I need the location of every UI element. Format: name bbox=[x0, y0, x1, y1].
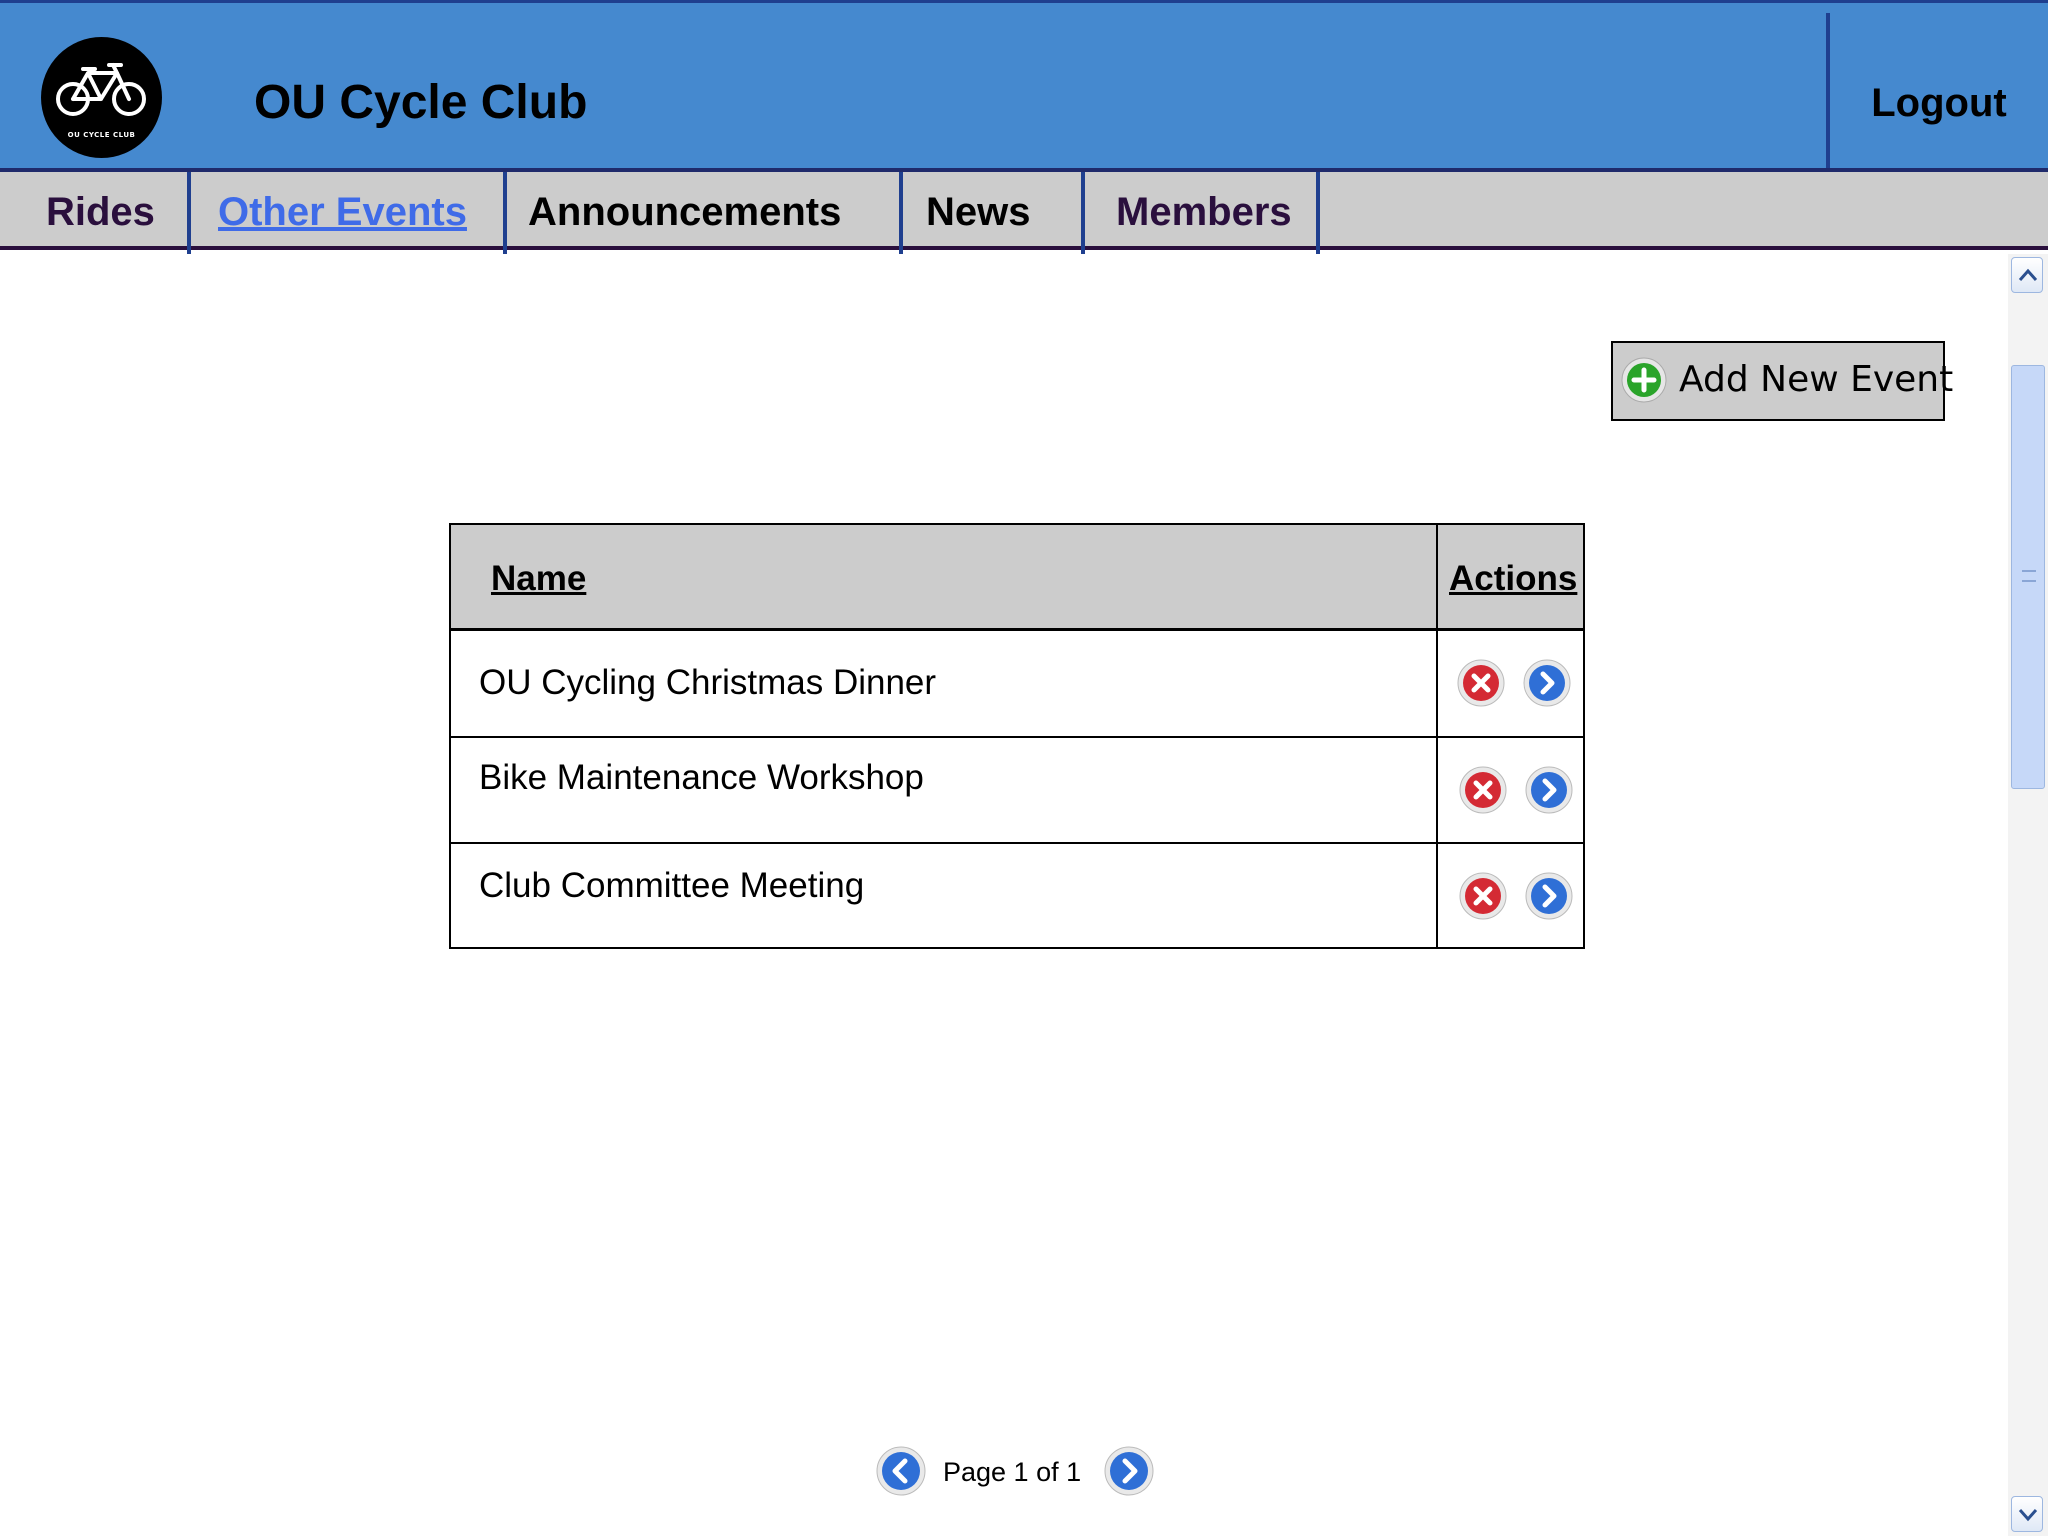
open-event-button[interactable] bbox=[1525, 872, 1573, 920]
tab-separator bbox=[187, 172, 191, 254]
delete-button[interactable] bbox=[1459, 766, 1507, 814]
table-header: Name Actions bbox=[451, 525, 1583, 631]
open-event-button[interactable] bbox=[1525, 766, 1573, 814]
tab-announcements[interactable]: Announcements bbox=[528, 172, 841, 254]
event-name: Club Committee Meeting bbox=[479, 866, 865, 905]
logout-button[interactable]: Logout bbox=[1830, 81, 2048, 126]
app-header: OU CYCLE CLUB OU Cycle Club Logout bbox=[0, 0, 2048, 171]
tab-separator bbox=[503, 172, 507, 254]
events-table: Name Actions OU Cycling Christmas Dinner… bbox=[449, 523, 1585, 949]
event-name: Bike Maintenance Workshop bbox=[479, 758, 924, 797]
next-page-button[interactable] bbox=[1104, 1446, 1154, 1496]
chevron-up-icon bbox=[2018, 268, 2038, 281]
tab-news[interactable]: News bbox=[926, 172, 1031, 254]
plus-circle-icon bbox=[1621, 357, 1667, 403]
bicycle-icon bbox=[56, 63, 146, 116]
event-name: OU Cycling Christmas Dinner bbox=[479, 663, 937, 702]
table-row: OU Cycling Christmas Dinner bbox=[451, 631, 1583, 737]
thumb-grip bbox=[2022, 570, 2036, 582]
table-row: Bike Maintenance Workshop bbox=[451, 738, 1583, 842]
scroll-up-button[interactable] bbox=[2011, 257, 2043, 293]
logo-text: OU CYCLE CLUB bbox=[67, 131, 136, 139]
vertical-scrollbar[interactable] bbox=[2008, 254, 2048, 1536]
club-logo: OU CYCLE CLUB bbox=[41, 37, 162, 158]
tab-other-events[interactable]: Other Events bbox=[218, 172, 467, 254]
delete-button[interactable] bbox=[1459, 872, 1507, 920]
tab-members[interactable]: Members bbox=[1116, 172, 1292, 254]
open-event-button[interactable] bbox=[1523, 659, 1571, 707]
scroll-thumb[interactable] bbox=[2011, 365, 2045, 789]
page-indicator: Page 1 of 1 bbox=[943, 1457, 1082, 1487]
tab-rides[interactable]: Rides bbox=[46, 172, 155, 254]
tab-separator bbox=[1316, 172, 1320, 254]
tab-separator bbox=[1081, 172, 1085, 254]
column-header-actions[interactable]: Actions bbox=[1449, 559, 1577, 599]
app-title: OU Cycle Club bbox=[254, 76, 588, 129]
page: OU CYCLE CLUB OU Cycle Club Logout Rides… bbox=[0, 0, 2048, 1536]
column-header-name[interactable]: Name bbox=[491, 559, 586, 599]
main-nav: Rides Other Events Announcements News Me… bbox=[0, 168, 2048, 254]
add-new-event-button[interactable]: Add New Event bbox=[1611, 341, 1953, 421]
tab-separator bbox=[899, 172, 903, 254]
previous-page-button[interactable] bbox=[876, 1446, 926, 1496]
chevron-down-icon bbox=[2018, 1509, 2038, 1522]
delete-button[interactable] bbox=[1457, 659, 1505, 707]
table-row: Club Committee Meeting bbox=[451, 844, 1583, 947]
add-new-event-label: Add New Event bbox=[1679, 359, 1954, 400]
scroll-down-button[interactable] bbox=[2011, 1496, 2043, 1532]
